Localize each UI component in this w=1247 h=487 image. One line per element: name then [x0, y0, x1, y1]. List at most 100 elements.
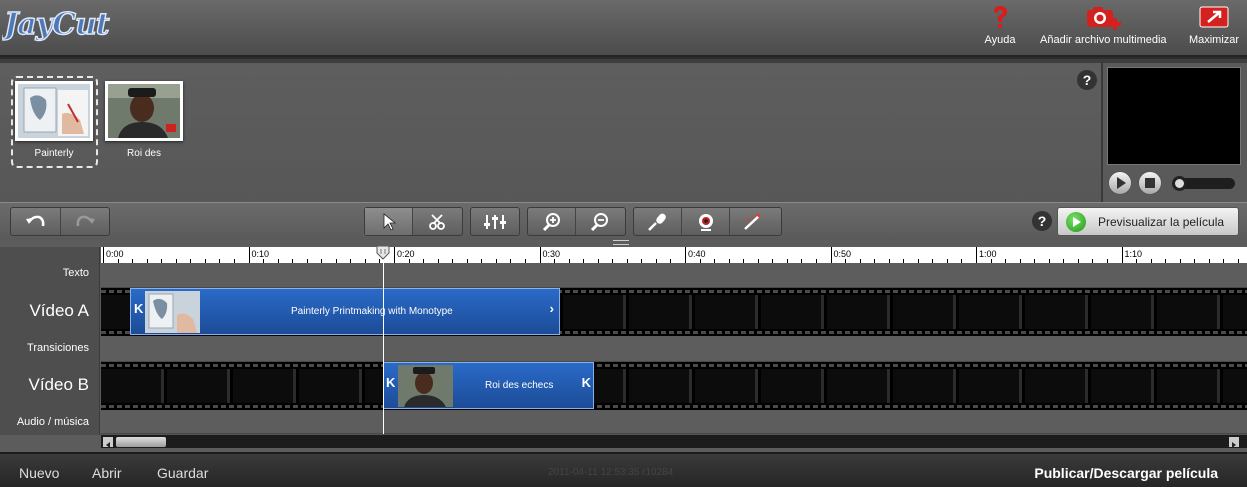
text-track[interactable] [101, 263, 1247, 288]
film-frame [101, 369, 164, 403]
zoom-out-icon [590, 212, 608, 231]
clip-thumbnail [145, 291, 200, 333]
film-frame [893, 295, 956, 329]
scroll-left-arrow[interactable] [103, 437, 113, 448]
time-ruler[interactable]: 0:00 0:10 0:20 0:30 0:40 0:50 1:00 1:10 [101, 247, 1247, 263]
track-label-audio: Audio / música [16, 416, 89, 428]
trim-right-handle[interactable]: › [550, 301, 554, 316]
film-frame [827, 369, 890, 403]
jaycut-logo[interactable]: JayCut [0, 4, 132, 44]
audio-track[interactable] [101, 410, 1247, 434]
sliders-icon [484, 214, 506, 229]
preview-movie-label: Previsualizar la película [1098, 215, 1225, 229]
svg-text:JayCut: JayCut [2, 7, 110, 42]
help-icon [994, 6, 1007, 28]
preview-movie-button[interactable]: Previsualizar la película [1057, 207, 1239, 236]
publish-download-link[interactable]: Publicar/Descargar película [1034, 465, 1218, 481]
stop-icon [1145, 178, 1155, 188]
library-help-button[interactable]: ? [1077, 70, 1097, 90]
transitions-track[interactable] [101, 336, 1247, 362]
magic-wand-icon [744, 212, 761, 230]
film-frame [695, 295, 758, 329]
ruler-time-label: 1:00 [979, 249, 997, 259]
trim-left-handle[interactable]: K [386, 375, 395, 390]
toolbar-help-button[interactable]: ? [1032, 211, 1052, 231]
media-library: Painterly Roi des ? [0, 59, 1101, 202]
ruler-major-tick [1121, 247, 1123, 263]
effects-button[interactable] [730, 208, 778, 235]
film-frame [1157, 369, 1220, 403]
stop-button[interactable] [1138, 171, 1162, 195]
playhead-line [383, 247, 384, 435]
ruler-time-label: 0:40 [688, 249, 706, 259]
clip-painterly[interactable]: K Painterly Printmaking with Monotype › [130, 288, 560, 335]
webcam-icon [698, 213, 713, 231]
top-bar: JayCut Ayuda Añadir archivo multimedia M… [0, 0, 1247, 57]
cut-tool-button[interactable] [413, 208, 461, 235]
help-button[interactable]: Ayuda [978, 4, 1022, 48]
track-label-transitions: Transiciones [27, 342, 89, 354]
select-tool-button[interactable] [365, 208, 413, 235]
save-project-link[interactable]: Guardar [157, 465, 208, 481]
zoom-in-icon [542, 212, 560, 231]
ruler-time-label: 0:30 [542, 249, 561, 259]
video-a-track[interactable]: K Painterly Printmaking with Monotype › [101, 288, 1247, 336]
zoom-out-button[interactable] [576, 208, 624, 235]
editing-toolbar: ? Previsualizar la película [0, 202, 1247, 240]
new-project-link[interactable]: Nuevo [19, 465, 59, 481]
film-frame [299, 369, 362, 403]
media-item-caption: Painterly [34, 148, 74, 159]
ruler-time-label: 0:50 [833, 249, 852, 259]
timeline-scrollbar[interactable] [101, 434, 1247, 448]
record-group [633, 207, 782, 236]
scrollbar-thumb[interactable] [116, 437, 166, 447]
film-frame [959, 295, 1022, 329]
history-group [10, 207, 110, 236]
play-button[interactable] [1108, 171, 1132, 195]
maximize-button[interactable]: Maximizar [1188, 4, 1240, 48]
film-frame [629, 369, 692, 403]
play-icon [1117, 177, 1126, 189]
jaycut-editor: JayCut Ayuda Añadir archivo multimedia M… [0, 0, 1247, 487]
voice-record-button[interactable] [634, 208, 682, 235]
ruler-major-tick [976, 247, 977, 263]
clip-thumbnail [398, 365, 453, 407]
select-cut-group [364, 207, 463, 236]
maximize-icon [1199, 6, 1229, 28]
film-frame [695, 369, 758, 403]
redo-icon [76, 215, 95, 226]
ruler-major-tick [248, 247, 250, 263]
film-frame [1223, 295, 1247, 329]
adjust-group [470, 207, 520, 236]
ruler-time-label: 0:20 [397, 249, 415, 259]
volume-slider-knob[interactable] [1172, 176, 1187, 191]
ruler-time-label: 1:10 [1124, 249, 1143, 259]
film-frame [1025, 369, 1088, 403]
video-b-track[interactable]: K Roi des echecs K [101, 362, 1247, 410]
adjust-button[interactable] [471, 208, 519, 235]
scroll-right-arrow[interactable] [1229, 437, 1239, 448]
track-label-text: Texto [62, 267, 89, 279]
track-label-video-b: Vídeo B [28, 375, 90, 394]
scissors-icon [429, 213, 445, 230]
film-frame [629, 295, 692, 329]
open-project-link[interactable]: Abrir [92, 465, 122, 481]
trim-right-handle[interactable]: K [582, 375, 591, 390]
webcam-record-button[interactable] [682, 208, 730, 235]
film-frame [827, 295, 890, 329]
clip-roi-des-echecs[interactable]: K Roi des echecs K [383, 362, 594, 409]
ruler-time-label: 0:00 [106, 249, 124, 259]
zoom-in-button[interactable] [528, 208, 576, 235]
film-frame [959, 369, 1022, 403]
media-item-caption: Roi des [127, 148, 161, 159]
undo-button[interactable] [11, 208, 61, 235]
playhead-handle[interactable] [375, 246, 391, 260]
trim-left-handle[interactable]: K [134, 301, 143, 316]
redo-button[interactable] [61, 208, 109, 235]
zoom-group [527, 207, 626, 236]
add-media-button[interactable]: Añadir archivo multimedia [1040, 4, 1167, 48]
resize-grip[interactable] [613, 240, 629, 245]
pointer-icon [383, 212, 396, 231]
film-frame [563, 295, 626, 329]
film-frame [167, 369, 230, 403]
